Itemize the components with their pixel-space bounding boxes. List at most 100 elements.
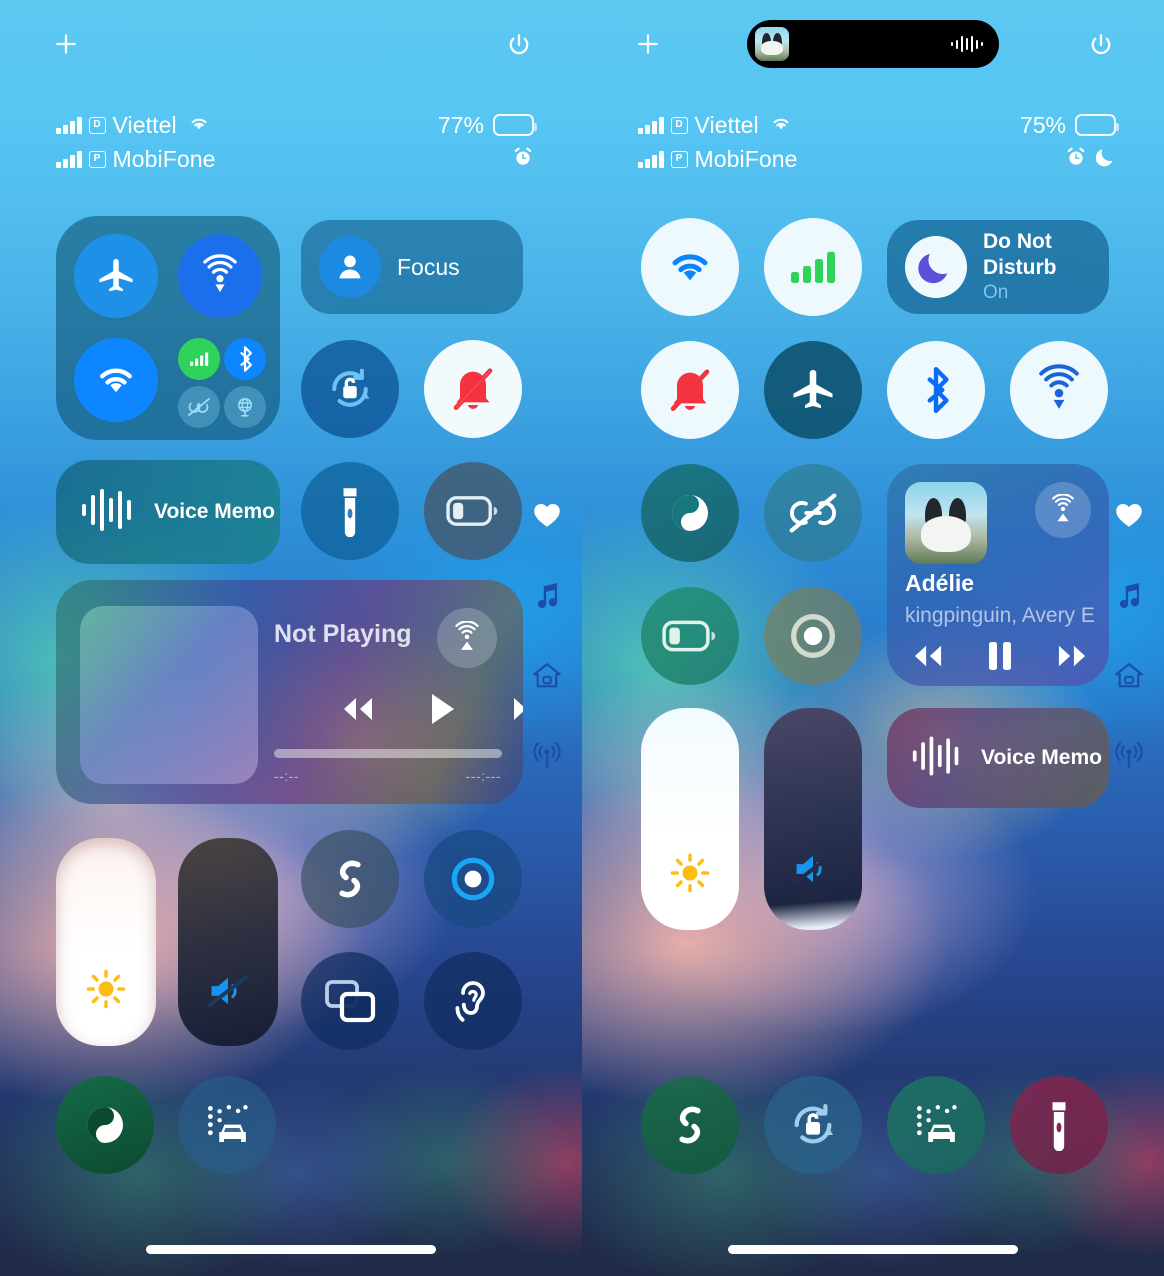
- cellular-data-toggle[interactable]: [764, 218, 862, 316]
- media-transport-controls: [336, 692, 523, 731]
- home-indicator: [146, 1245, 436, 1254]
- screen-mirroring-toggle[interactable]: [301, 952, 399, 1050]
- waveform-icon: [911, 733, 963, 784]
- mute-icon: [790, 849, 836, 894]
- airdrop-toggle[interactable]: [1010, 341, 1108, 439]
- heart-icon[interactable]: [530, 498, 564, 532]
- airplay-button[interactable]: [1035, 482, 1091, 538]
- wifi-icon: [672, 254, 708, 281]
- home-icon[interactable]: [1112, 658, 1146, 692]
- globe-icon: [238, 398, 252, 417]
- play-button[interactable]: [428, 692, 458, 731]
- do-not-disturb-text: Do Not Disturb On: [983, 229, 1109, 305]
- do-not-disturb-tile[interactable]: Do Not Disturb On: [887, 220, 1109, 314]
- airplay-icon: [455, 621, 479, 650]
- personal-hotspot-toggle[interactable]: [224, 386, 266, 428]
- shazam-toggle[interactable]: [641, 1076, 739, 1174]
- brightness-slider[interactable]: [56, 838, 156, 1046]
- left-controls: Focus Voice Memo Not Playing --:-- ---:-…: [0, 0, 582, 1276]
- volume-slider[interactable]: [764, 708, 862, 930]
- rewind-button[interactable]: [336, 694, 380, 729]
- silent-mode-toggle[interactable]: [641, 341, 739, 439]
- cellular-icon: [190, 352, 209, 366]
- airdrop-off-icon: [789, 493, 837, 533]
- screen-mirroring-icon: [325, 980, 376, 1023]
- music-note-icon[interactable]: [530, 578, 564, 612]
- shazam-icon: [679, 1106, 701, 1144]
- car-wash-icon: [916, 1105, 957, 1142]
- focus-label: Focus: [397, 253, 460, 280]
- rotation-lock-toggle[interactable]: [764, 1076, 862, 1174]
- media-time-elapsed: --:--: [274, 768, 300, 784]
- airplane-icon: [99, 258, 133, 292]
- airdrop-off-toggle[interactable]: [178, 386, 220, 428]
- media-scrubber[interactable]: [274, 749, 502, 758]
- airplay-icon: [1052, 494, 1074, 522]
- dark-mode-toggle[interactable]: [56, 1076, 154, 1174]
- volume-slider[interactable]: [178, 838, 278, 1046]
- home-icon[interactable]: [530, 658, 564, 692]
- voice-memo-tile[interactable]: Voice Memo: [56, 460, 280, 564]
- battery-low-icon: [662, 620, 716, 652]
- pause-button[interactable]: [987, 640, 1013, 677]
- control-center-panel-right: D Viettel P MobiFone 75% Do Not Disturb …: [582, 0, 1164, 1276]
- fast-forward-button[interactable]: [1051, 642, 1093, 675]
- voice-memo-label: Voice Memo: [981, 746, 1102, 769]
- do-not-disturb-status: On: [983, 282, 1009, 303]
- bluetooth-toggle[interactable]: [224, 338, 266, 380]
- airplane-mode-toggle[interactable]: [74, 234, 158, 318]
- voice-memo-label: Voice Memo: [154, 500, 275, 523]
- right-side-rail: [1106, 498, 1152, 772]
- airdrop-toggle[interactable]: [178, 234, 262, 318]
- cellular-data-toggle[interactable]: [178, 338, 220, 380]
- flashlight-toggle[interactable]: [301, 462, 399, 560]
- rewind-button[interactable]: [907, 642, 949, 675]
- silent-mode-toggle[interactable]: [424, 340, 522, 438]
- broadcast-icon[interactable]: [1112, 738, 1146, 772]
- car-wash-shortcut[interactable]: [887, 1076, 985, 1174]
- flashlight-toggle[interactable]: [1010, 1076, 1108, 1174]
- waveform-icon: [80, 486, 136, 539]
- brightness-slider[interactable]: [641, 708, 739, 930]
- fast-forward-button[interactable]: [506, 694, 523, 729]
- airplay-button[interactable]: [437, 608, 497, 668]
- battery-low-icon: [446, 496, 498, 526]
- focus-tile[interactable]: Focus: [301, 220, 523, 314]
- airplane-mode-toggle[interactable]: [764, 341, 862, 439]
- wifi-icon: [100, 368, 132, 393]
- low-power-mode-toggle[interactable]: [424, 462, 522, 560]
- screen-record-toggle[interactable]: [424, 830, 522, 928]
- airdrop-icon: [1039, 364, 1079, 409]
- control-center-panel-left: D Viettel P MobiFone 77% Focus Voice Mem…: [0, 0, 582, 1276]
- voice-memo-tile[interactable]: Voice Memo: [887, 708, 1109, 808]
- media-player-card[interactable]: Adélie kingpinguin, Avery E: [887, 464, 1109, 686]
- record-icon: [791, 614, 835, 658]
- bluetooth-icon: [927, 366, 949, 414]
- low-power-mode-toggle[interactable]: [641, 587, 739, 685]
- dark-mode-toggle[interactable]: [641, 464, 739, 562]
- wifi-toggle[interactable]: [641, 218, 739, 316]
- hearing-toggle[interactable]: [424, 952, 522, 1050]
- screen-record-toggle[interactable]: [764, 587, 862, 685]
- music-note-icon[interactable]: [1112, 578, 1146, 612]
- media-player-card[interactable]: Not Playing --:-- ---:---: [56, 580, 523, 804]
- broadcast-icon[interactable]: [530, 738, 564, 772]
- media-title: Not Playing: [274, 620, 412, 648]
- shazam-toggle[interactable]: [301, 830, 399, 928]
- rotation-lock-icon: [332, 368, 370, 407]
- cellular-icon: [791, 251, 835, 283]
- car-wash-shortcut[interactable]: [178, 1076, 276, 1174]
- flashlight-icon: [343, 488, 357, 537]
- home-indicator: [728, 1245, 1018, 1254]
- rotation-lock-toggle[interactable]: [301, 340, 399, 438]
- album-artwork-placeholder: [80, 606, 258, 784]
- bell-slash-icon: [670, 369, 710, 412]
- airdrop-off-icon: [188, 398, 210, 416]
- airdrop-off-toggle[interactable]: [764, 464, 862, 562]
- wifi-toggle[interactable]: [74, 338, 158, 422]
- right-controls: Do Not Disturb On Adélie kingpinguin, Av…: [582, 0, 1164, 1276]
- dark-mode-icon: [87, 1107, 123, 1143]
- heart-icon[interactable]: [1112, 498, 1146, 532]
- bluetooth-toggle[interactable]: [887, 341, 985, 439]
- car-wash-icon: [207, 1105, 248, 1142]
